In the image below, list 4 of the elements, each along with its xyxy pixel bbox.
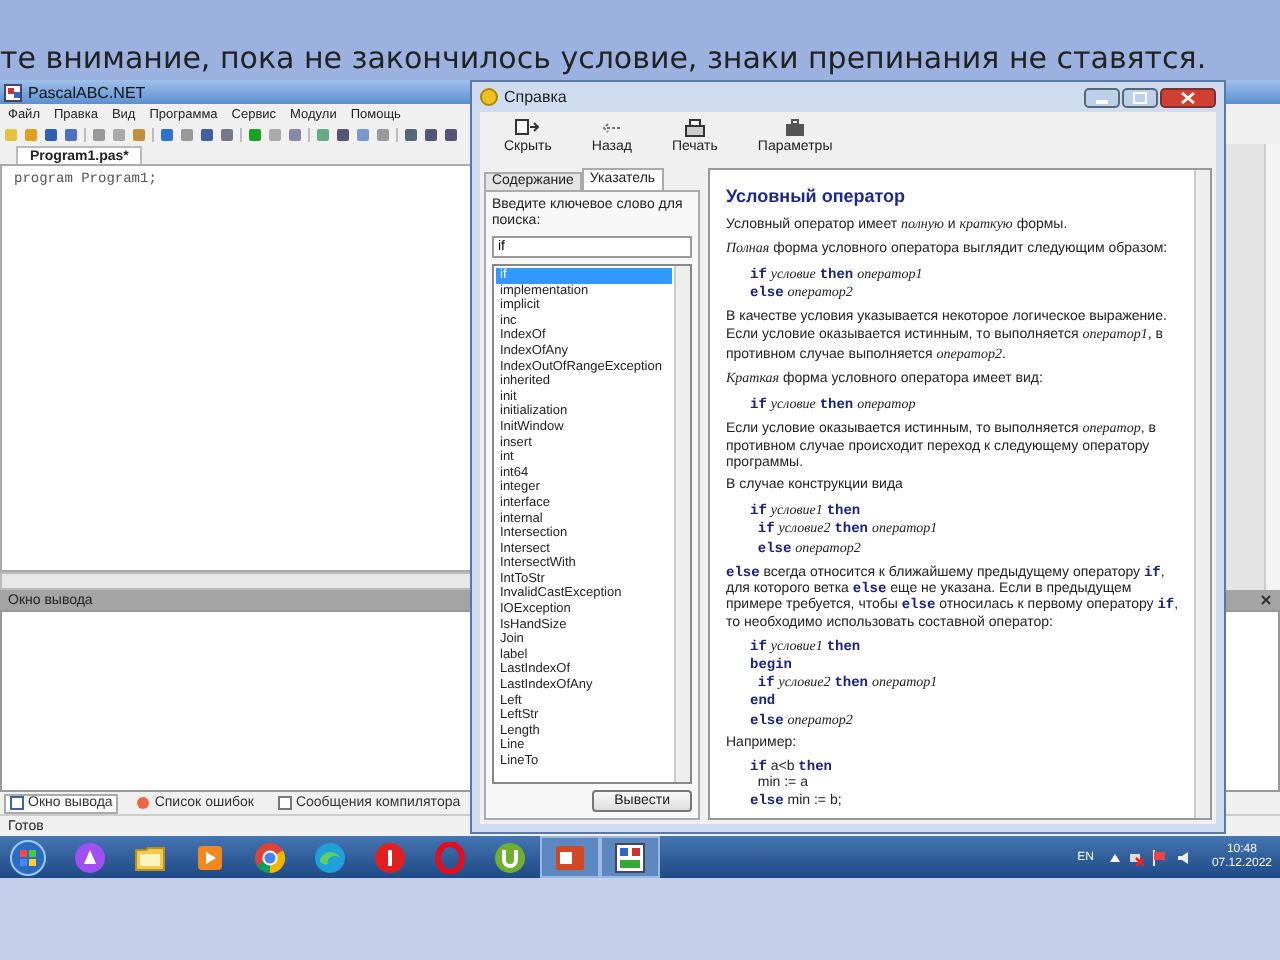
article-title: Условный оператор [726, 186, 908, 206]
window-title: PascalABC.NET [28, 83, 146, 101]
caption-text: те внимание, пока не закончилось условие, знаки препинания не ставятся. [0, 40, 1207, 76]
window-title: Справка [504, 88, 569, 106]
